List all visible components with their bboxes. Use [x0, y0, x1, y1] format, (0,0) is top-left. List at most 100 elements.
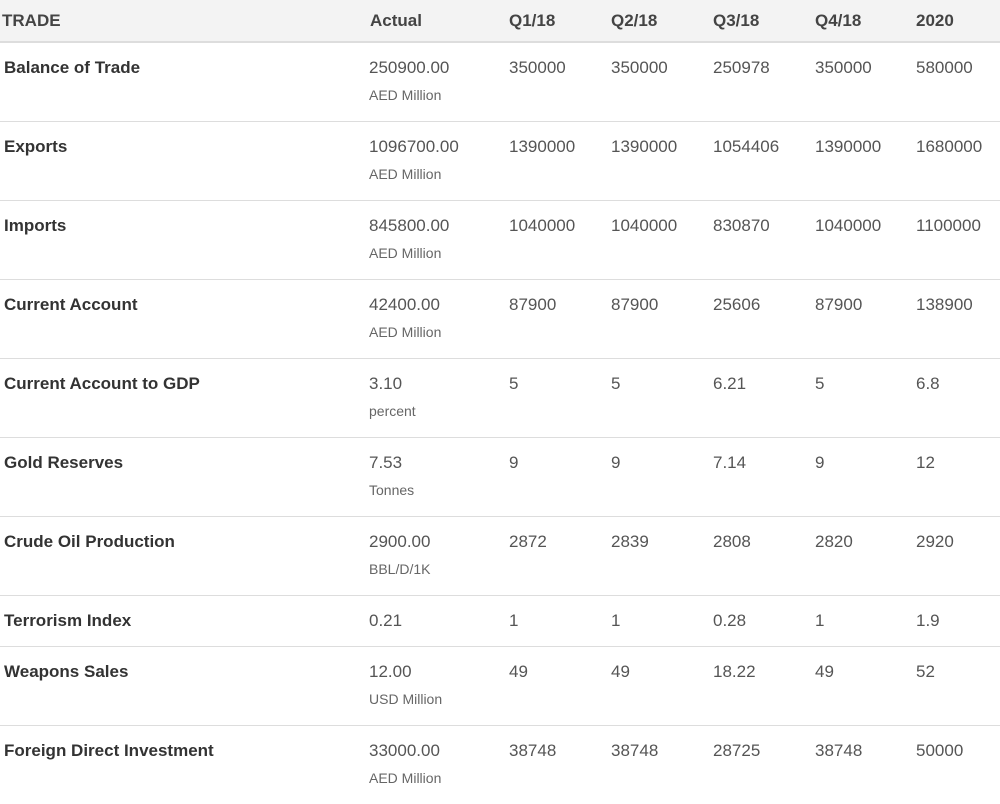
table-row[interactable]: Crude Oil Production 2900.00 BBL/D/1K 2872 2… [0, 516, 1000, 595]
forecast-value-q4: 350000 [815, 58, 872, 77]
forecast-cell-q1: 5 [506, 358, 608, 437]
forecast-value-q3: 28725 [713, 740, 761, 760]
actual-cell: 7.53 Tonnes [367, 437, 506, 516]
forecast-cell-q2: 9 [608, 437, 710, 516]
forecast-value-q3: 6.21 [713, 373, 747, 393]
forecast-cell-year: 52 [913, 646, 1000, 725]
forecast-value-q2: 5 [611, 373, 621, 393]
forecast-cell-q2: 1390000 [608, 121, 710, 200]
forecast-cell-q2: 5 [608, 358, 710, 437]
indicator-name-link[interactable]: Current Account [0, 279, 367, 358]
table-row[interactable]: Current Account to GDP 3.10 percent 5 5 6.21 5… [0, 358, 1000, 437]
forecast-cell-year: 6.8 [913, 358, 1000, 437]
unit-label: Tonnes [369, 481, 415, 498]
indicator-name-link[interactable]: Gold Reserves [0, 437, 367, 516]
forecast-cell-q3: 25606 [710, 279, 812, 358]
forecast-cell-q4: 5 [812, 358, 913, 437]
unit-label: USD Million [369, 690, 443, 707]
indicator-name-link[interactable]: Terrorism Index [0, 595, 367, 646]
forecast-value-q1: 350000 [509, 58, 566, 77]
forecast-cell-year: 50000 [913, 725, 1000, 804]
indicator-name-link[interactable]: Crude Oil Production [0, 516, 367, 595]
actual-value: 12.00 [369, 661, 412, 681]
actual-value: 845800.00 [369, 215, 450, 235]
forecast-cell-q1: 350000 [506, 42, 608, 121]
forecast-value-q2: 1390000 [611, 136, 678, 156]
actual-cell: 3.10 percent [367, 358, 506, 437]
forecast-value-q2: 2839 [611, 531, 649, 551]
forecast-cell-q4: 49 [812, 646, 913, 725]
trade-table: TRADE Actual Q1/18 Q2/18 Q3/18 Q4/18 202… [0, 0, 1000, 804]
forecast-cell-q3: 250978 [710, 42, 812, 121]
indicator-name-link[interactable]: Weapons Sales [0, 646, 367, 725]
table-row[interactable]: Imports 845800.00 AED Million 1040000 104000… [0, 200, 1000, 279]
table-row[interactable]: Foreign Direct Investment 33000.00 AED Mil… [0, 725, 1000, 804]
forecast-cell-q2: 49 [608, 646, 710, 725]
table-header: TRADE Actual Q1/18 Q2/18 Q3/18 Q4/18 202… [0, 0, 1000, 43]
unit-label: AED Million [369, 323, 442, 340]
forecast-value-q2: 49 [611, 661, 630, 681]
table-row[interactable]: Gold Reserves 7.53 Tonnes 9 9 7.14 9 12 [0, 437, 1000, 516]
indicator-name-link[interactable]: Balance of Trade [0, 42, 367, 121]
forecast-value-q4: 1040000 [815, 215, 882, 235]
forecast-cell-q2: 1040000 [608, 200, 710, 279]
actual-value: 2900.00 [369, 531, 431, 551]
indicator-name-link[interactable]: Foreign Direct Investment [0, 725, 367, 804]
forecast-value-q2: 38748 [611, 740, 659, 760]
forecast-value-q2: 350000 [611, 58, 668, 77]
unit-label: BBL/D/1K [369, 560, 431, 577]
forecast-value-q4: 49 [815, 661, 834, 681]
forecast-value-q3: 250978 [713, 58, 770, 77]
indicator-name-link[interactable]: Exports [0, 121, 367, 200]
table-row[interactable]: Balance of Trade 250900.00 AED Million 3500… [0, 42, 1000, 121]
table-row[interactable]: Current Account 42400.00 AED Million 87900 8… [0, 279, 1000, 358]
forecast-cell-q4: 1040000 [812, 200, 913, 279]
forecast-cell-q3: 1054406 [710, 121, 812, 200]
forecast-cell-q1: 2872 [506, 516, 608, 595]
forecast-value-q4: 38748 [815, 740, 863, 760]
forecast-cell-q2: 87900 [608, 279, 710, 358]
forecast-value-q3: 7.14 [713, 452, 747, 472]
actual-value: 1096700.00 [369, 136, 459, 156]
actual-cell: 845800.00 AED Million [367, 200, 506, 279]
table-row[interactable]: Weapons Sales 12.00 USD Million 49 49 18.22 49… [0, 646, 1000, 725]
forecast-value-q2: 1040000 [611, 215, 678, 235]
forecast-cell-q1: 38748 [506, 725, 608, 804]
actual-value: 42400.00 [369, 294, 440, 314]
forecast-cell-year: 138900 [913, 279, 1000, 358]
forecast-value-year: 50000 [916, 740, 964, 760]
forecast-cell-q1: 1 [506, 595, 608, 646]
forecast-value-q1: 49 [509, 661, 528, 681]
actual-cell: 12.00 USD Million [367, 646, 506, 725]
forecast-cell-q2: 38748 [608, 725, 710, 804]
forecast-cell-q4: 38748 [812, 725, 913, 804]
forecast-value-q1: 9 [509, 452, 519, 472]
forecast-value-year: 580000 [916, 58, 973, 77]
indicator-name-link[interactable]: Current Account to GDP [0, 358, 367, 437]
table-row[interactable]: Exports 1096700.00 AED Million 1390000 13900… [0, 121, 1000, 200]
forecast-cell-year: 1100000 [913, 200, 1000, 279]
forecast-cell-q3: 2808 [710, 516, 812, 595]
forecast-cell-q1: 49 [506, 646, 608, 725]
forecast-cell-q3: 830870 [710, 200, 812, 279]
header-q2: Q2/18 [608, 0, 710, 43]
unit-label: AED Million [369, 244, 442, 261]
actual-cell: 0.21 [367, 595, 506, 646]
forecast-value-q3: 2808 [713, 531, 751, 551]
forecast-value-q1: 5 [509, 373, 519, 393]
indicator-name-link[interactable]: Imports [0, 200, 367, 279]
forecast-value-year: 6.8 [916, 373, 940, 393]
forecast-value-q1: 2872 [509, 531, 547, 551]
forecast-value-q1: 1040000 [509, 215, 576, 235]
actual-cell: 250900.00 AED Million [367, 42, 506, 121]
forecast-cell-q1: 87900 [506, 279, 608, 358]
forecast-cell-q4: 1 [812, 595, 913, 646]
forecast-value-year: 52 [916, 661, 935, 681]
forecast-value-q2: 9 [611, 452, 621, 472]
forecast-cell-year: 1680000 [913, 121, 1000, 200]
forecast-cell-year: 1.9 [913, 595, 1000, 646]
forecast-cell-q4: 87900 [812, 279, 913, 358]
forecast-cell-q4: 350000 [812, 42, 913, 121]
table-row[interactable]: Terrorism Index 0.21 1 1 0.28 1 1.9 [0, 595, 1000, 646]
actual-value: 0.21 [369, 610, 403, 630]
